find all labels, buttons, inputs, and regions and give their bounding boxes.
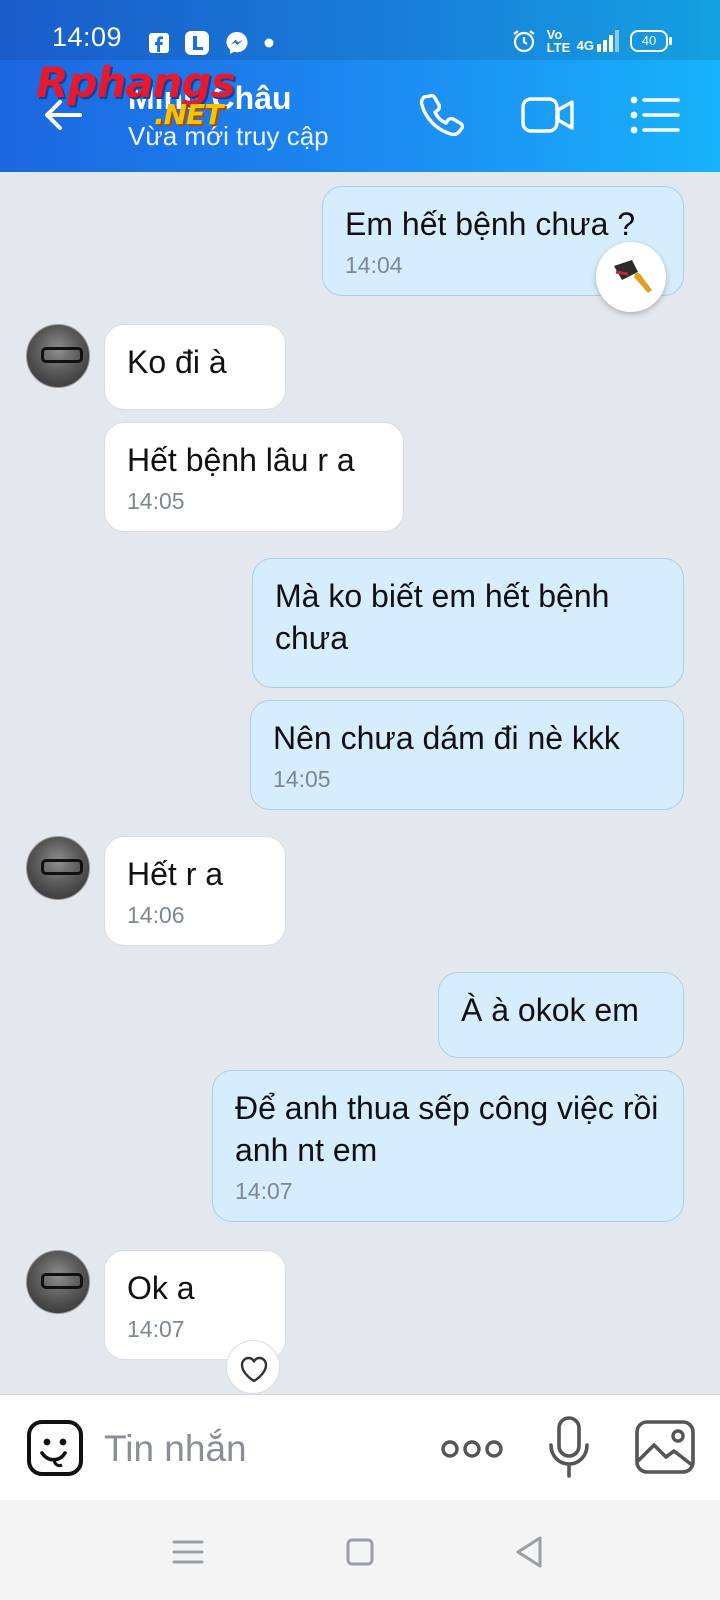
message-text: Ok a — [127, 1270, 195, 1306]
facebook-icon — [149, 33, 169, 53]
more-icon[interactable] — [440, 1429, 504, 1469]
message-time: 14:07 — [235, 1178, 293, 1204]
message-text: Để anh thua sếp công việc rồi anh nt em — [235, 1090, 659, 1168]
message-bubble[interactable]: Hết r a 14:06 — [104, 836, 286, 946]
sticker-icon[interactable] — [26, 1419, 84, 1477]
message-bubble[interactable]: À à okok em — [438, 972, 684, 1058]
contact-status: Vừa mới truy cập — [128, 121, 329, 151]
back-triangle-icon[interactable] — [510, 1532, 550, 1572]
message-text: Hết r a — [127, 856, 224, 892]
message-time: 14:05 — [273, 766, 331, 792]
chat-header: Minh Châu Vừa mới truy cập — [0, 60, 720, 172]
avatar[interactable] — [26, 324, 90, 388]
message-composer — [0, 1394, 720, 1500]
image-icon[interactable] — [634, 1419, 696, 1475]
top-bar: 14:09 Vo LTE 4G 40 Minh Châu Vừa mới tru… — [0, 0, 720, 172]
alarm-icon — [512, 30, 535, 53]
back-icon[interactable] — [38, 90, 88, 140]
message-text: Ko đi à — [127, 344, 227, 380]
message-text: Nên chưa dám đi nè kkk — [273, 720, 620, 756]
battery-icon: 40 — [630, 30, 672, 52]
contact-info[interactable]: Minh Châu Vừa mới truy cập — [128, 80, 329, 152]
message-text: À à okok em — [461, 992, 639, 1028]
message-bubble[interactable]: Ko đi à — [104, 324, 286, 410]
home-icon[interactable] — [340, 1532, 380, 1572]
avatar[interactable] — [26, 1250, 90, 1314]
status-bar: 14:09 Vo LTE 4G 40 — [0, 0, 720, 60]
message-bubble[interactable]: Nên chưa dám đi nè kkk 14:05 — [250, 700, 684, 810]
knife-icon — [614, 260, 652, 293]
message-bubble[interactable]: Hết bệnh lâu r a 14:05 — [104, 422, 404, 532]
menu-icon[interactable] — [628, 90, 684, 140]
message-text: Hết bệnh lâu r a — [127, 442, 355, 478]
message-time: 14:05 — [127, 488, 185, 514]
message-text: Mà ko biết em hết bệnh chưa — [275, 578, 610, 656]
volte-icon: Vo LTE — [546, 27, 571, 55]
video-call-icon[interactable] — [520, 90, 576, 140]
message-time: 14:07 — [127, 1316, 185, 1342]
message-input[interactable] — [104, 1421, 404, 1477]
recents-icon[interactable] — [168, 1532, 208, 1572]
phone-icon[interactable] — [416, 90, 472, 140]
messenger-icon — [226, 32, 248, 54]
chat-area[interactable]: Em hết bệnh chưa ? 14:04 Ko đi à Hết bện… — [0, 172, 720, 1394]
contact-name: Minh Châu — [128, 80, 292, 116]
signal-icon: 4G — [577, 30, 620, 52]
reaction-badge[interactable] — [596, 242, 666, 312]
system-icons: Vo LTE 4G 40 — [511, 27, 672, 55]
avatar[interactable] — [26, 836, 90, 900]
message-bubble[interactable]: Mà ko biết em hết bệnh chưa — [252, 558, 684, 688]
message-text: Em hết bệnh chưa ? — [345, 206, 636, 242]
app-l-icon — [185, 31, 209, 55]
notification-icons — [148, 30, 274, 56]
system-nav-bar — [0, 1500, 720, 1600]
microphone-icon[interactable] — [544, 1415, 594, 1481]
message-bubble[interactable]: Để anh thua sếp công việc rồi anh nt em … — [212, 1070, 684, 1222]
status-time: 14:09 — [52, 22, 123, 52]
message-time: 14:06 — [127, 902, 185, 928]
heart-icon — [240, 1356, 268, 1383]
react-button[interactable] — [226, 1340, 280, 1394]
dot-icon — [264, 38, 274, 48]
